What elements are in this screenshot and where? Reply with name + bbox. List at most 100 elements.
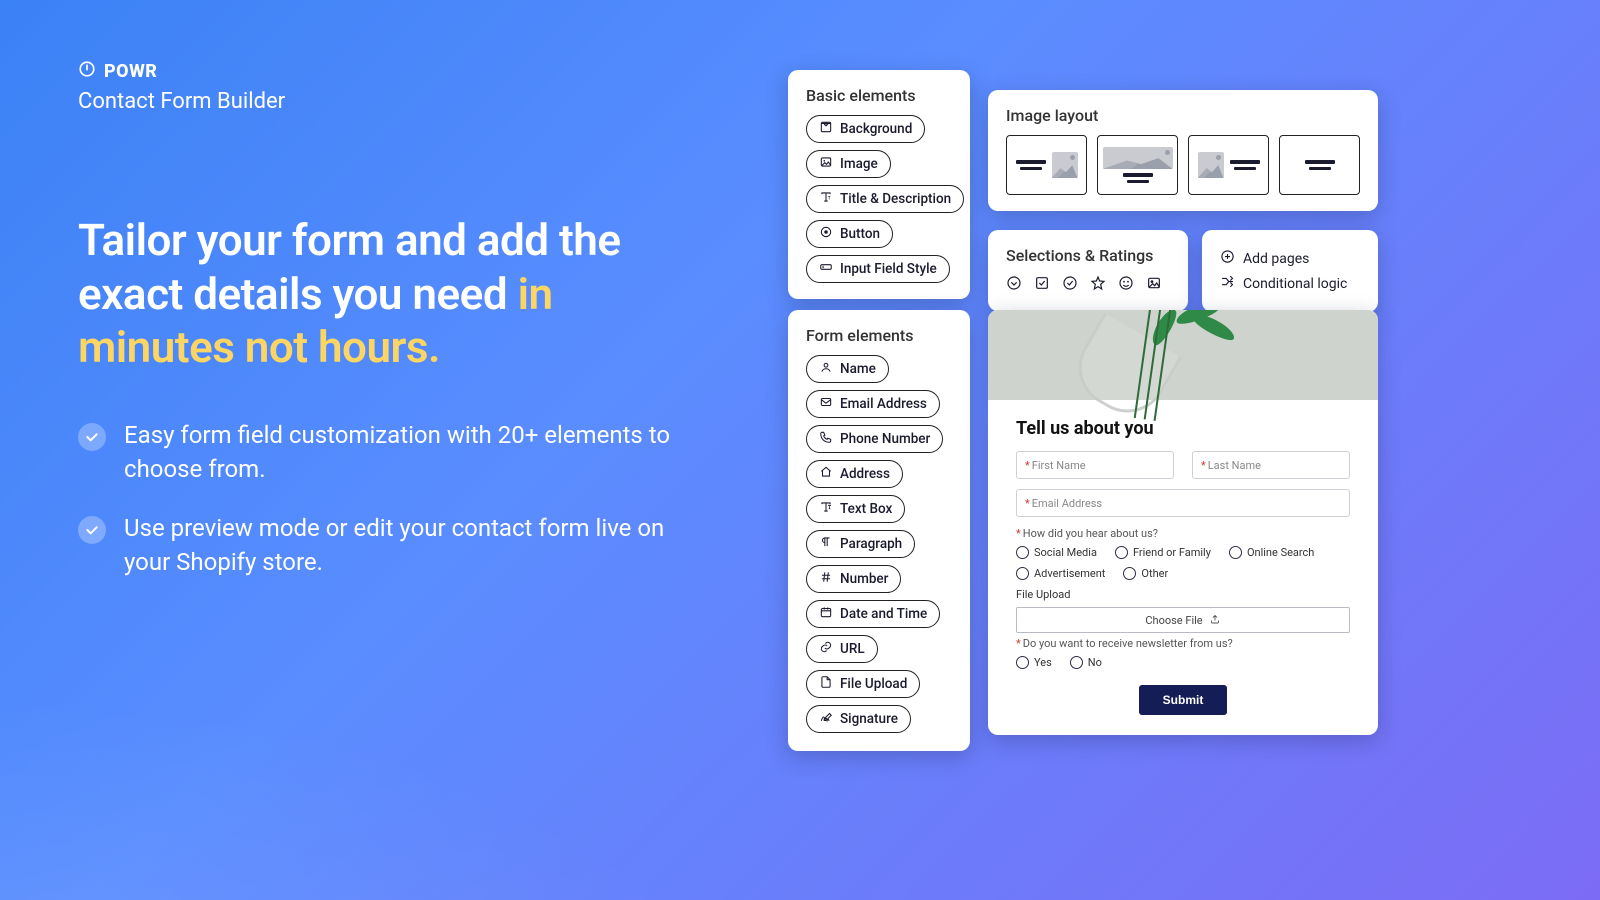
form-element-file[interactable]: File Upload: [806, 670, 920, 698]
brand-name: POWR: [104, 61, 157, 82]
layout-option-left-image[interactable]: [1006, 135, 1087, 195]
hear-option[interactable]: Friend or Family: [1115, 546, 1211, 559]
form-element-name[interactable]: Name: [806, 355, 889, 383]
radio-icon: [1016, 656, 1029, 669]
features-card: Add pages Conditional logic: [1202, 230, 1378, 312]
form-element-address[interactable]: Address: [806, 460, 903, 488]
choose-file-button[interactable]: Choose File: [1016, 607, 1350, 633]
form-element-number[interactable]: Number: [806, 565, 901, 593]
svg-text:T: T: [828, 195, 831, 201]
pill-label: Address: [840, 466, 890, 482]
image-icon: [819, 155, 833, 173]
pill-label: Input Field Style: [840, 261, 937, 277]
branch-icon: [1220, 274, 1235, 293]
radio-icon: [1016, 546, 1029, 559]
file-icon: [819, 675, 833, 693]
check-icon: [78, 516, 106, 544]
first-name-input[interactable]: *First Name: [1016, 451, 1174, 479]
basic-element-inputstyle[interactable]: Input Field Style: [806, 255, 950, 283]
star-icon[interactable]: [1090, 275, 1106, 295]
layout-option-no-image[interactable]: [1279, 135, 1360, 195]
checkbox-icon[interactable]: [1034, 275, 1050, 295]
radio-icon: [1115, 546, 1128, 559]
layout-option-top-image[interactable]: [1097, 135, 1178, 195]
basic-element-image[interactable]: Image: [806, 150, 891, 178]
name-icon: [819, 360, 833, 378]
hear-option[interactable]: Other: [1123, 567, 1168, 580]
pill-label: URL: [840, 641, 865, 657]
signature-icon: [819, 710, 833, 728]
radio-label: No: [1088, 656, 1102, 669]
email-input[interactable]: *Email Address: [1016, 489, 1350, 517]
image-choice-icon[interactable]: [1146, 275, 1162, 295]
selections-ratings-title: Selections & Ratings: [1006, 246, 1170, 265]
newsletter-label: *Do you want to receive newsletter from …: [1016, 637, 1350, 650]
headline: Tailor your form and add the exact detai…: [78, 214, 698, 375]
conditional-logic-row[interactable]: Conditional logic: [1220, 271, 1360, 296]
pill-label: Paragraph: [840, 536, 902, 552]
pill-label: Name: [840, 361, 876, 377]
title-icon: T: [819, 190, 833, 208]
radio-icon: [1229, 546, 1242, 559]
image-layout-title: Image layout: [1006, 106, 1360, 125]
plus-circle-icon: [1220, 249, 1235, 268]
button-icon: [819, 225, 833, 243]
dropdown-icon[interactable]: [1006, 275, 1022, 295]
form-preview-card: Tell us about you *First Name *Last Name…: [988, 310, 1378, 735]
pill-label: Title & Description: [840, 191, 951, 207]
bullet-text: Easy form field customization with 20+ e…: [124, 419, 698, 486]
submit-button[interactable]: Submit: [1139, 685, 1228, 715]
radio-label: Social Media: [1034, 546, 1097, 559]
radio-label: Friend or Family: [1133, 546, 1211, 559]
brand: POWR: [78, 60, 698, 83]
basic-element-button[interactable]: Button: [806, 220, 893, 248]
pill-label: Text Box: [840, 501, 892, 517]
basic-element-background[interactable]: Background: [806, 115, 925, 143]
file-upload-label: File Upload: [1016, 588, 1350, 601]
form-element-paragraph[interactable]: Paragraph: [806, 530, 915, 558]
preview-title: Tell us about you: [1016, 418, 1350, 439]
layout-option-right-image[interactable]: [1188, 135, 1269, 195]
newsletter-option[interactable]: No: [1070, 656, 1102, 669]
emoji-icon[interactable]: [1118, 275, 1134, 295]
hear-option[interactable]: Social Media: [1016, 546, 1097, 559]
pill-label: Image: [840, 156, 878, 172]
email-icon: [819, 395, 833, 413]
phone-icon: [819, 430, 833, 448]
last-name-input[interactable]: *Last Name: [1192, 451, 1350, 479]
radio-label: Yes: [1034, 656, 1052, 669]
paragraph-icon: [819, 535, 833, 553]
form-element-textbox[interactable]: Text Box: [806, 495, 905, 523]
radio-check-icon[interactable]: [1062, 275, 1078, 295]
bullet-item: Use preview mode or edit your contact fo…: [78, 512, 698, 579]
conditional-logic-label: Conditional logic: [1243, 276, 1347, 292]
form-elements-card: Form elements NameEmail AddressPhone Num…: [788, 310, 970, 751]
hear-option[interactable]: Advertisement: [1016, 567, 1105, 580]
pill-label: Button: [840, 226, 880, 242]
add-pages-row[interactable]: Add pages: [1220, 246, 1360, 271]
pill-label: File Upload: [840, 676, 907, 692]
upload-icon: [1209, 613, 1221, 628]
radio-label: Other: [1141, 567, 1168, 580]
radio-label: Advertisement: [1034, 567, 1105, 580]
form-element-signature[interactable]: Signature: [806, 705, 911, 733]
image-layout-card: Image layout: [988, 90, 1378, 211]
pill-label: Phone Number: [840, 431, 930, 447]
number-icon: [819, 570, 833, 588]
bullet-item: Easy form field customization with 20+ e…: [78, 419, 698, 486]
basic-elements-card: Basic elements Background Image T Title & D…: [788, 70, 970, 299]
radio-icon: [1016, 567, 1029, 580]
basic-elements-title: Basic elements: [806, 86, 952, 105]
form-element-url[interactable]: URL: [806, 635, 878, 663]
pill-label: Date and Time: [840, 606, 927, 622]
hear-option[interactable]: Online Search: [1229, 546, 1314, 559]
form-element-phone[interactable]: Phone Number: [806, 425, 943, 453]
textbox-icon: [819, 500, 833, 518]
brand-logo-icon: [78, 60, 96, 83]
basic-element-title[interactable]: T Title & Description: [806, 185, 964, 213]
form-element-datetime[interactable]: Date and Time: [806, 600, 940, 628]
pill-label: Background: [840, 121, 912, 137]
newsletter-option[interactable]: Yes: [1016, 656, 1052, 669]
form-element-email[interactable]: Email Address: [806, 390, 940, 418]
pill-label: Email Address: [840, 396, 927, 412]
